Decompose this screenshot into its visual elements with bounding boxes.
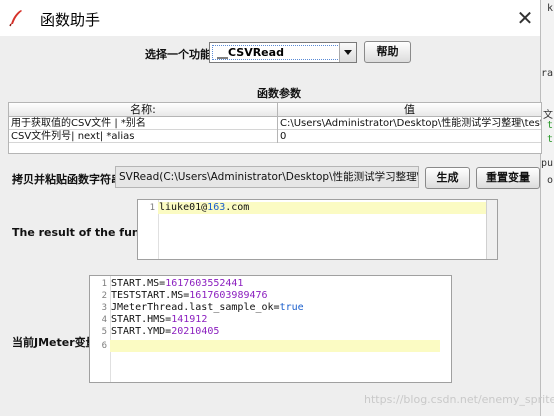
line-number: 6 — [101, 341, 107, 351]
var-value: 141912 — [171, 314, 208, 325]
function-string-field[interactable]: SVRead(C:\Users\Administrator\Desktop\性能… — [115, 166, 419, 188]
line-number: 3 — [101, 303, 107, 313]
background-char: ra — [540, 68, 553, 79]
column-header-name: 名称: — [9, 103, 277, 117]
params-table: 名称: 值 用于获取值的CSV文件 | *别名 C:\Users\Adminis… — [8, 102, 542, 154]
email-host: 163 — [207, 202, 226, 213]
generate-button[interactable]: 生成 — [425, 167, 470, 189]
var-value: 1617603552441 — [165, 278, 244, 289]
var-line: TESTSTART.MS=1617603989476 — [111, 290, 268, 301]
chevron-down-icon[interactable] — [339, 43, 356, 62]
function-string-label: 拷贝并粘贴函数字符串 — [12, 173, 122, 186]
line-number: 1 — [101, 279, 107, 289]
background-char: 文 — [543, 110, 553, 121]
background-char: o — [546, 175, 553, 186]
jmeter-vars-editor[interactable]: 1 START.MS=1617603552441 2 TESTSTART.MS=… — [89, 275, 452, 383]
function-dropdown-value: __CSVRead — [212, 45, 340, 60]
background-window-strip: k ra 文 t t pu o — [539, 0, 554, 416]
var-key: TESTSTART.MS= — [111, 290, 190, 301]
var-line: START.YMD=20210405 — [111, 326, 219, 337]
param-name-cell[interactable]: 用于获取值的CSV文件 | *别名 — [9, 117, 277, 130]
var-key: START.HMS= — [111, 314, 172, 325]
param-value-cell[interactable]: 0 — [278, 130, 541, 143]
help-button[interactable]: 帮助 — [364, 41, 411, 63]
var-line: JMeterThread.last_sample_ok=true — [111, 302, 304, 313]
var-value: 1617603989476 — [189, 290, 268, 301]
var-key: JMeterThread.last_sample_ok= — [111, 302, 280, 313]
jmeter-vars-label: 当前JMeter变量 — [12, 336, 97, 349]
line-number: 4 — [101, 315, 107, 325]
close-icon[interactable]: ✕ — [512, 6, 538, 30]
column-divider — [277, 103, 278, 143]
background-char: pu — [540, 158, 553, 169]
param-name-cell[interactable]: CSV文件列号| next| *alias — [9, 130, 277, 143]
line-number: 1 — [149, 203, 155, 213]
background-char: t — [546, 134, 553, 145]
function-dropdown[interactable]: __CSVRead — [209, 42, 357, 63]
line-number: 2 — [101, 291, 107, 301]
var-value: true — [279, 302, 304, 313]
param-value-cell[interactable]: C:\Users\Administrator\Desktop\性能测试学习整理\… — [278, 117, 541, 130]
var-value: 20210405 — [171, 326, 220, 337]
email-user: liuke01@ — [159, 202, 208, 213]
function-select-label: 选择一个功能 — [145, 48, 211, 61]
function-helper-dialog: 函数助手 ✕ 选择一个功能 __CSVRead 帮助 函数参数 名称: 值 用于… — [0, 0, 554, 416]
email-suffix: .com — [225, 202, 250, 213]
var-key: START.MS= — [111, 278, 166, 289]
reset-variables-button[interactable]: 重置变量 — [476, 167, 540, 189]
current-line-highlight — [110, 340, 440, 352]
vertical-scrollbar[interactable] — [486, 200, 497, 259]
feather-icon — [9, 10, 22, 27]
window-title: 函数助手 — [40, 11, 101, 29]
var-line: START.HMS=141912 — [111, 314, 207, 325]
title-bar: 函数助手 ✕ — [0, 0, 540, 36]
line-number: 5 — [101, 327, 107, 337]
column-header-value: 值 — [278, 103, 541, 117]
result-editor[interactable]: 1 liuke01@163.com — [137, 199, 498, 260]
var-key: START.YMD= — [111, 326, 172, 337]
background-char: t — [546, 120, 553, 131]
background-char: k — [546, 3, 553, 14]
watermark-url: https://blog.csdn.net/enemy_sprites — [364, 393, 554, 406]
result-line: liuke01@163.com — [159, 202, 249, 213]
params-section-title: 函数参数 — [257, 87, 301, 100]
var-line: START.MS=1617603552441 — [111, 278, 243, 289]
